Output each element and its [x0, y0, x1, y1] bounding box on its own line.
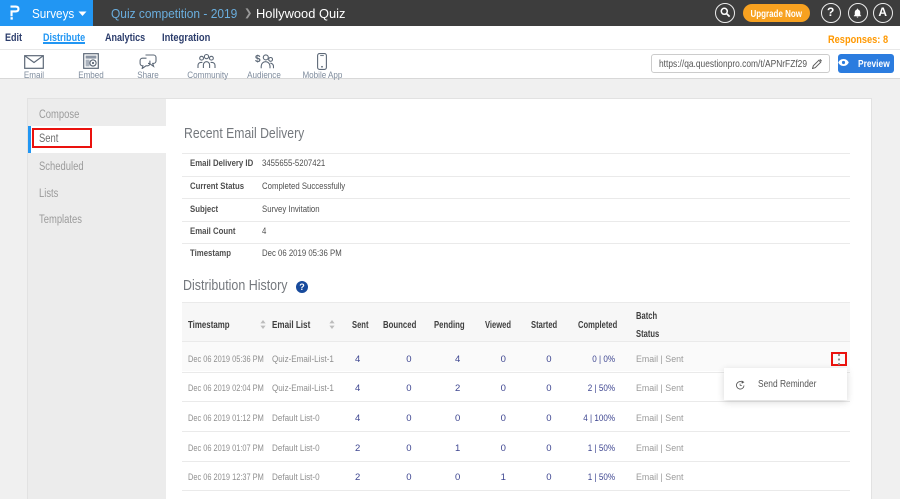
svg-text:$: $ [255, 54, 261, 65]
